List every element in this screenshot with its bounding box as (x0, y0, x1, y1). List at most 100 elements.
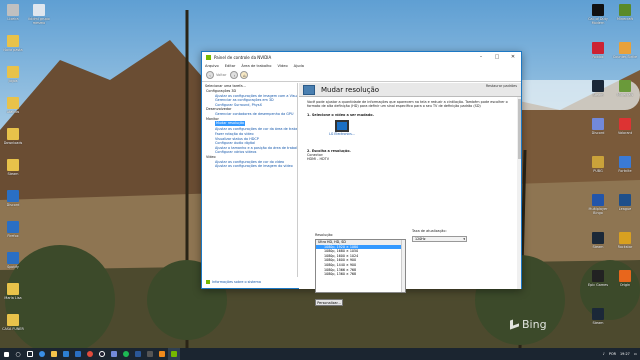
desktop-icon[interactable]: Spotify (0, 252, 26, 269)
menu-editar[interactable]: Editar (225, 64, 236, 68)
system-info-link[interactable]: Informações sobre o sistema (206, 280, 261, 284)
desktop-icon[interactable]: Call of Duty Modern (585, 4, 611, 25)
content-scrollbar[interactable] (517, 97, 521, 289)
folder-icon (7, 314, 19, 326)
start-button[interactable] (0, 348, 12, 360)
desktop-icon[interactable]: Maria Lisa (0, 283, 26, 300)
folder-icon (7, 190, 19, 202)
back-label[interactable]: Voltar (216, 73, 226, 77)
desktop-icon[interactable]: CASA FUNER (0, 314, 26, 331)
desktop-icon[interactable]: ibidmi grupo mesmo (26, 4, 52, 25)
calculator-icon[interactable] (144, 348, 156, 360)
customize-button[interactable]: Personalizar... (315, 299, 343, 306)
store-icon[interactable] (60, 348, 72, 360)
restore-defaults-link[interactable]: Restaurar padrões (486, 84, 517, 88)
desktop-icon[interactable]: Roblox (585, 42, 611, 59)
folder-icon (7, 4, 19, 16)
app-icon (592, 270, 604, 282)
connector-value: HDMI - HDTV (307, 157, 330, 162)
page-title: Mudar resolução (321, 86, 380, 94)
vlc-icon[interactable] (156, 348, 168, 360)
volume-icon[interactable]: ♪ (603, 352, 605, 356)
task-tree-panel: Selecionar uma tarefa... Configurações 3… (203, 83, 298, 277)
app-icon (592, 4, 604, 16)
menu-arquivo[interactable]: Arquivo (205, 64, 219, 68)
steam-icon[interactable] (96, 348, 108, 360)
file-explorer-icon[interactable] (48, 348, 60, 360)
desktop-icon[interactable]: Nova pasta (0, 35, 26, 52)
forward-icon[interactable]: › (230, 71, 239, 79)
menu-area-de-trabalho[interactable]: Área de trabalho (241, 64, 271, 68)
tree-item[interactable]: Ajustar as configurações de imagem do ví… (203, 164, 297, 169)
title-bar[interactable]: Painel de controle da NVIDIA – □ ✕ (202, 52, 521, 62)
desktop-icon[interactable]: Steam (585, 232, 611, 249)
desktop-icon[interactable]: Origin (612, 270, 638, 287)
menu-video[interactable]: Vídeo (278, 64, 288, 68)
language-indicator[interactable]: POR (609, 352, 616, 356)
info-icon (206, 280, 210, 284)
desktop-icon[interactable]: Counter-Strike (612, 42, 638, 59)
discord-icon[interactable] (108, 348, 120, 360)
app-icon (619, 42, 631, 54)
clock[interactable]: 19:27 (620, 352, 630, 356)
menu-ajuda[interactable]: Ajuda (294, 64, 304, 68)
monitor-selector[interactable]: LG Electronics... (327, 120, 357, 136)
desktop-icon[interactable]: Discord (585, 118, 611, 135)
page-banner: Mudar resolução Restaurar padrões (299, 83, 521, 97)
home-icon[interactable]: ⌂ (240, 71, 249, 79)
resolution-list[interactable]: Ultra HD, HD, SD 1080p, 1920 × 1080 1080p,… (315, 239, 406, 293)
desktop-icon[interactable]: Valorant (612, 118, 638, 135)
folder-icon (7, 221, 19, 233)
app-icon (619, 232, 631, 244)
desktop-icon[interactable]: Atalhos (0, 97, 26, 114)
desktop-icon[interactable]: Jogos (0, 66, 26, 83)
nvidia-control-panel-window[interactable]: Painel de controle da NVIDIA – □ ✕ Arqui… (201, 51, 522, 306)
desktop-icon[interactable]: Lixeira (0, 4, 26, 21)
mail-icon[interactable] (72, 348, 84, 360)
desktop-icon[interactable]: Discord (0, 190, 26, 207)
chrome-icon[interactable] (84, 348, 96, 360)
nvidia-taskbar-icon[interactable] (168, 348, 180, 360)
step1-heading: 1. Selecione o vídeo a ser mudado. (307, 112, 374, 117)
desktop-icon[interactable]: Fortnite (612, 156, 638, 173)
refresh-rate-select[interactable]: 120Hz ▾ (412, 236, 467, 242)
resolution-option[interactable]: 1080p, 1360 × 768 (316, 272, 405, 277)
monitor-icon (335, 120, 349, 133)
content-panel: Mudar resolução Restaurar padrões Você p… (299, 83, 521, 306)
desktop-icon[interactable]: Firefox (0, 221, 26, 238)
desktop-icon[interactable]: Steam (585, 80, 611, 97)
resolution-list-scrollbar[interactable] (401, 240, 405, 292)
bing-watermark: Bing (510, 317, 547, 331)
task-view-icon[interactable] (24, 348, 36, 360)
desktop-icon[interactable]: Downloads (0, 128, 26, 145)
desktop-icon[interactable]: League (612, 194, 638, 211)
close-button[interactable]: ✕ (505, 52, 521, 62)
desktop-icon[interactable]: Multiplayer Bingo (585, 194, 611, 215)
maximize-button[interactable]: □ (489, 52, 505, 62)
desktop-icon[interactable]: Minecraft (612, 80, 638, 97)
app-icon (619, 4, 631, 16)
notifications-icon[interactable]: ▭ (634, 352, 637, 356)
desktop-icon[interactable]: Epic Games (585, 270, 611, 287)
minimize-button[interactable]: – (473, 52, 489, 62)
folder-icon (7, 283, 19, 295)
folder-icon (7, 128, 19, 140)
desktop-icon[interactable]: Steam (585, 308, 611, 325)
desktop-icon[interactable]: Steam (0, 159, 26, 176)
desktop-icon[interactable]: Minecraft (612, 4, 638, 21)
desktop-icon[interactable]: Rockstar (612, 232, 638, 249)
folder-icon (7, 97, 19, 109)
folder-icon (7, 66, 19, 78)
word-icon[interactable] (132, 348, 144, 360)
back-icon[interactable]: ‹ (206, 71, 214, 79)
app-icon (619, 118, 631, 130)
edge-icon[interactable] (36, 348, 48, 360)
search-icon[interactable]: ○ (12, 348, 24, 360)
resolution-label: Resolução: (315, 233, 334, 237)
desktop-icon[interactable]: PUBG (585, 156, 611, 173)
app-icon (592, 156, 604, 168)
spotify-icon[interactable] (120, 348, 132, 360)
window-title: Painel de controle da NVIDIA (214, 54, 272, 60)
taskbar: ○ ♪ POR 19:27 ▭ (0, 348, 640, 360)
app-icon (592, 194, 604, 206)
